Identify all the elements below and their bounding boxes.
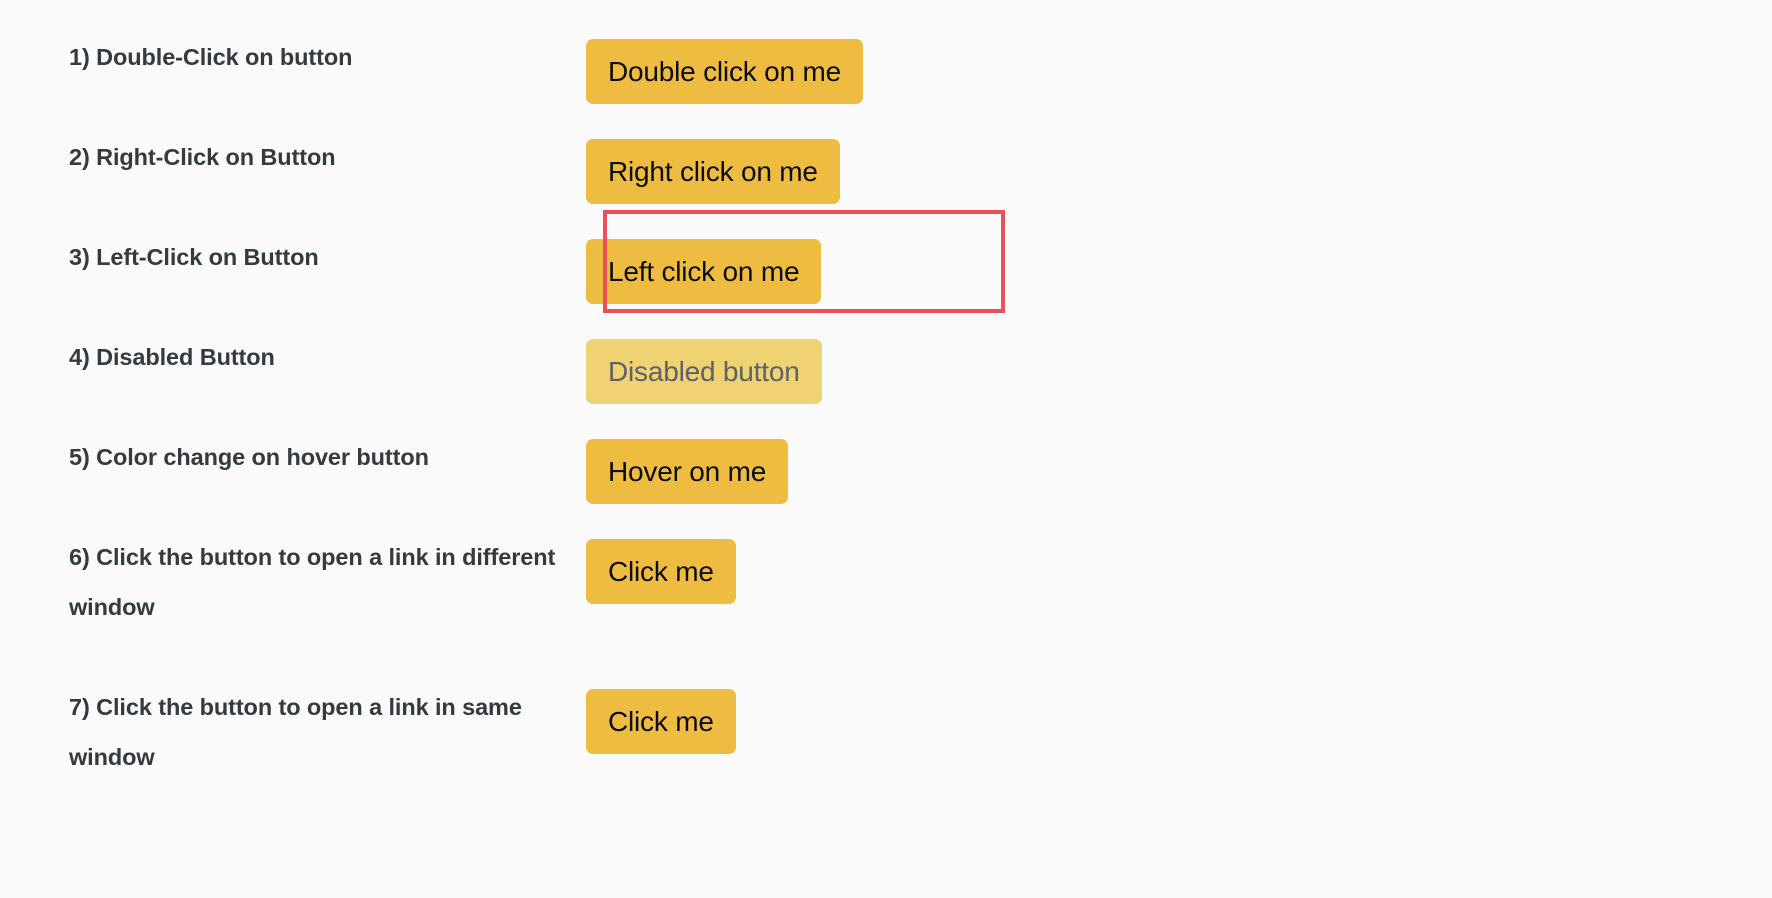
exercise-list: 1) Double-Click on button Double click o… xyxy=(0,0,1772,812)
exercise-row: 1) Double-Click on button Double click o… xyxy=(0,12,1772,112)
exercise-label-cell: 1) Double-Click on button xyxy=(0,12,586,82)
disabled-button: Disabled button xyxy=(586,339,822,404)
exercise-control-cell: Disabled button xyxy=(586,312,1772,404)
exercise-label-cell: 5) Color change on hover button xyxy=(0,412,586,482)
double-click-button[interactable]: Double click on me xyxy=(586,39,863,104)
button-practice-page: 1) Double-Click on button Double click o… xyxy=(0,0,1772,898)
exercise-label-7: 7) Click the button to open a link in sa… xyxy=(69,694,522,770)
exercise-label-2: 2) Right-Click on Button xyxy=(69,144,336,170)
exercise-control-cell: Double click on me xyxy=(586,12,1772,104)
exercise-row: 4) Disabled Button Disabled button xyxy=(0,312,1772,412)
exercise-label-cell: 6) Click the button to open a link in di… xyxy=(0,512,586,632)
exercise-control-cell: Click me xyxy=(586,512,1772,604)
exercise-control-cell: Right click on me xyxy=(586,112,1772,204)
exercise-label-4: 4) Disabled Button xyxy=(69,344,275,370)
exercise-label-cell: 4) Disabled Button xyxy=(0,312,586,382)
exercise-control-cell: Click me xyxy=(586,662,1772,754)
exercise-row: 7) Click the button to open a link in sa… xyxy=(0,662,1772,812)
exercise-row: 3) Left-Click on Button Left click on me xyxy=(0,212,1772,312)
open-link-same-window-button[interactable]: Click me xyxy=(586,689,736,754)
exercise-row: 5) Color change on hover button Hover on… xyxy=(0,412,1772,512)
hover-button[interactable]: Hover on me xyxy=(586,439,789,504)
exercise-label-1: 1) Double-Click on button xyxy=(69,44,353,70)
exercise-label-5: 5) Color change on hover button xyxy=(69,444,429,470)
left-click-button[interactable]: Left click on me xyxy=(586,239,822,304)
exercise-row: 6) Click the button to open a link in di… xyxy=(0,512,1772,662)
exercise-label-cell: 7) Click the button to open a link in sa… xyxy=(0,662,586,782)
exercise-control-cell: Hover on me xyxy=(586,412,1772,504)
exercise-label-6: 6) Click the button to open a link in di… xyxy=(69,544,556,620)
open-link-new-window-button[interactable]: Click me xyxy=(586,539,736,604)
exercise-label-cell: 3) Left-Click on Button xyxy=(0,212,586,282)
right-click-button[interactable]: Right click on me xyxy=(586,139,840,204)
exercise-label-3: 3) Left-Click on Button xyxy=(69,244,319,270)
exercise-label-cell: 2) Right-Click on Button xyxy=(0,112,586,182)
exercise-control-cell: Left click on me xyxy=(586,212,1772,304)
exercise-row: 2) Right-Click on Button Right click on … xyxy=(0,112,1772,212)
